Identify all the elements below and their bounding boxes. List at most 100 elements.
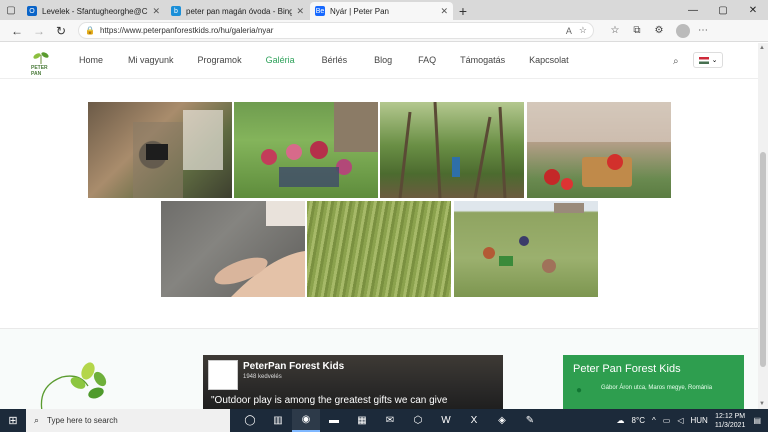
page-scrollbar[interactable]: ▲ ▼ xyxy=(758,43,768,409)
browser-tab-nyar[interactable]: Be Nyár | Peter Pan ✕ xyxy=(310,2,453,20)
tab-actions-icon[interactable]: ▢ xyxy=(0,0,22,20)
photo-gallery xyxy=(0,79,758,329)
url-text[interactable]: https://www.peterpanforestkids.ro/hu/gal… xyxy=(100,26,559,35)
file-explorer-icon[interactable]: ▬ xyxy=(320,409,348,432)
close-tab-icon[interactable]: ✕ xyxy=(296,6,304,17)
scroll-up-icon[interactable]: ▲ xyxy=(759,45,765,51)
bing-icon: b xyxy=(171,6,181,16)
volume-icon[interactable]: ◁ xyxy=(677,416,683,425)
clock-date: 11/3/2021 xyxy=(714,421,746,429)
behance-icon: Be xyxy=(315,6,325,16)
forward-icon[interactable]: → xyxy=(28,22,50,40)
nav-home[interactable]: Home xyxy=(79,55,103,65)
gallery-photo-meadow-kids[interactable] xyxy=(454,201,598,297)
nav-kapcsolat[interactable]: Kapcsolat xyxy=(529,55,569,65)
contact-address: Gábor Áron utca, Maros megye, Románia xyxy=(601,385,713,391)
word-icon[interactable]: W xyxy=(432,409,460,432)
fb-page-name[interactable]: PeterPan Forest Kids xyxy=(243,361,344,372)
favorites-icon[interactable]: ☆ xyxy=(604,22,626,40)
gallery-photo-forest[interactable] xyxy=(380,102,524,198)
taskbar-search-placeholder: Type here to search xyxy=(47,416,118,425)
contact-box: Peter Pan Forest Kids ● Gábor Áron utca,… xyxy=(563,355,744,409)
read-aloud-icon[interactable]: A xyxy=(566,26,572,36)
tray-chevron-icon[interactable]: ^ xyxy=(652,416,656,425)
close-tab-icon[interactable]: ✕ xyxy=(440,6,448,17)
settings-icon[interactable]: ⬡ xyxy=(404,409,432,432)
favorite-star-icon[interactable]: ☆ xyxy=(579,25,587,36)
scroll-thumb[interactable] xyxy=(760,152,766,367)
refresh-icon[interactable]: ↻ xyxy=(50,22,72,40)
browser-tab-outlook[interactable]: O Levelek - Sfantugheorghe@CH ✕ xyxy=(22,2,165,20)
gallery-photo-grass[interactable] xyxy=(307,201,451,297)
gallery-photo-mud-feet[interactable] xyxy=(161,201,305,297)
taskbar-search[interactable]: ⌕ Type here to search xyxy=(26,409,230,432)
gallery-photo-camera-child[interactable] xyxy=(88,102,232,198)
more-menu-icon[interactable]: ⋯ xyxy=(692,22,714,40)
fb-post-quote: "Outdoor play is among the greatest gift… xyxy=(211,395,448,406)
facebook-page-widget[interactable]: PeterPan Forest Kids 1948 kedvelés "Outd… xyxy=(203,355,503,409)
back-icon[interactable]: ← xyxy=(6,22,28,40)
window-controls: — ▢ ✕ xyxy=(678,0,768,20)
fb-page-avatar[interactable] xyxy=(208,360,238,390)
site-navbar: PETER PAN Home Mi vagyunk Programok Galé… xyxy=(0,43,758,79)
language-selector[interactable]: ⌄ xyxy=(693,52,723,68)
tab-title: Levelek - Sfantugheorghe@CH xyxy=(42,6,149,16)
minimize-icon[interactable]: — xyxy=(678,0,708,20)
hungary-flag-icon xyxy=(698,56,709,64)
excel-icon[interactable]: X xyxy=(460,409,488,432)
tab-title: peter pan magán óvoda - Bing xyxy=(186,6,293,16)
footer-tree-logo xyxy=(40,362,107,409)
gallery-photo-tomatoes[interactable] xyxy=(527,102,671,198)
fb-likes-count: 1948 kedvelés xyxy=(243,374,282,380)
nav-blog[interactable]: Blog xyxy=(374,55,392,65)
windows-taskbar: ⊞ ⌕ Type here to search ◯ ▥ ◉ ▬ ▦ ✉ ⬡ W … xyxy=(0,409,768,432)
map-pin-icon: ● xyxy=(576,385,583,396)
nav-galeria[interactable]: Galéria xyxy=(266,55,295,65)
search-icon[interactable]: ⌕ xyxy=(673,56,679,67)
footer-section: PeterPan Forest Kids 1948 kedvelés "Outd… xyxy=(0,329,758,409)
network-icon[interactable]: ▭ xyxy=(663,416,671,425)
collections-icon[interactable]: ⧉ xyxy=(626,22,648,40)
search-icon: ⌕ xyxy=(34,415,40,425)
weather-icon[interactable]: ☁ xyxy=(617,416,625,425)
peterpan-logo[interactable]: PETER PAN xyxy=(30,51,52,77)
edge-icon[interactable]: ◉ xyxy=(292,409,320,432)
clock-time: 12:12 PM xyxy=(715,412,746,420)
input-language[interactable]: HUN xyxy=(690,416,707,425)
mail-icon[interactable]: ✉ xyxy=(376,409,404,432)
address-toolbar: ← → ↻ 🔒 https://www.peterpanforestkids.r… xyxy=(0,20,768,42)
nav-mi-vagyunk[interactable]: Mi vagyunk xyxy=(128,55,174,65)
windows-start-icon[interactable]: ⊞ xyxy=(0,409,26,432)
scroll-down-icon[interactable]: ▼ xyxy=(759,401,765,407)
extensions-icon[interactable]: ⚙ xyxy=(648,22,670,40)
browser-tab-bing[interactable]: b peter pan magán óvoda - Bing ✕ xyxy=(166,2,309,20)
maximize-icon[interactable]: ▢ xyxy=(708,0,738,20)
nav-programok[interactable]: Programok xyxy=(198,55,242,65)
chevron-down-icon: ⌄ xyxy=(711,57,718,64)
address-bar[interactable]: 🔒 https://www.peterpanforestkids.ro/hu/g… xyxy=(78,22,594,39)
lock-icon: 🔒 xyxy=(85,26,95,35)
widgets-icon[interactable]: ▥ xyxy=(264,409,292,432)
new-tab-button[interactable]: + xyxy=(454,2,472,20)
notifications-icon[interactable]: ▤ xyxy=(753,416,761,425)
weather-temp[interactable]: 8°C xyxy=(632,416,645,425)
close-tab-icon[interactable]: ✕ xyxy=(152,6,160,17)
gallery-photo-picnic[interactable] xyxy=(234,102,378,198)
nav-tamogatas[interactable]: Támogatás xyxy=(460,55,505,65)
tab-title: Nyár | Peter Pan xyxy=(330,6,389,16)
close-window-icon[interactable]: ✕ xyxy=(738,0,768,20)
logo-text: PETER PAN xyxy=(31,65,48,77)
nav-faq[interactable]: FAQ xyxy=(418,55,436,65)
browser-tab-strip: ▢ O Levelek - Sfantugheorghe@CH ✕ b pete… xyxy=(0,0,768,20)
outlook-icon: O xyxy=(27,6,37,16)
contact-title: Peter Pan Forest Kids xyxy=(573,363,681,375)
paint-icon[interactable]: ✎ xyxy=(516,409,544,432)
main-nav: Home Mi vagyunk Programok Galéria Bérlés… xyxy=(79,55,569,65)
clock[interactable]: 12:12 PM 11/3/2021 xyxy=(715,412,746,430)
store-icon[interactable]: ▦ xyxy=(348,409,376,432)
task-view-icon[interactable]: ◯ xyxy=(236,409,264,432)
profile-icon[interactable] xyxy=(670,22,692,40)
nav-berles[interactable]: Bérlés xyxy=(322,55,348,65)
app-icon[interactable]: ◈ xyxy=(488,409,516,432)
system-tray: ☁ 8°C ^ ▭ ◁ HUN 12:12 PM 11/3/2021 ▤ xyxy=(617,409,768,432)
